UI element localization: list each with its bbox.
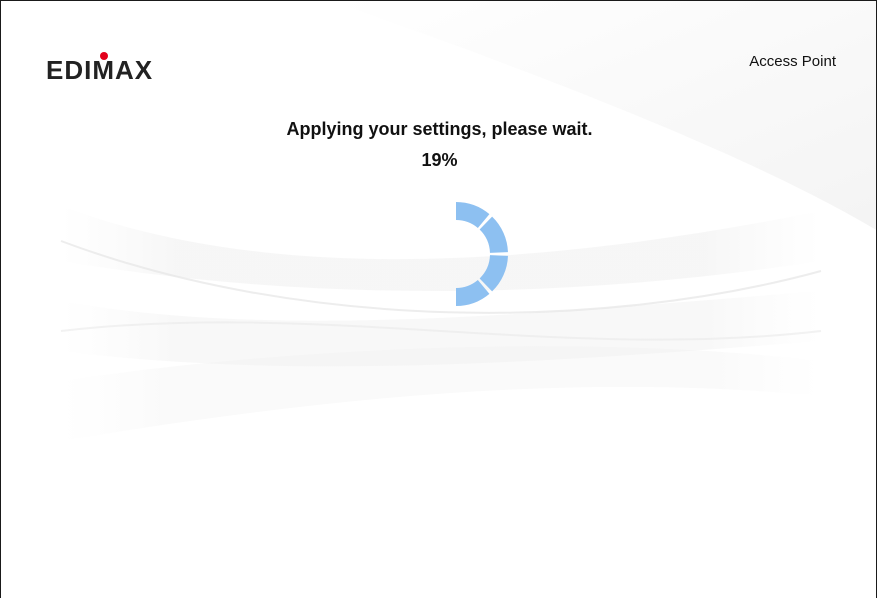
spinner-segment	[479, 216, 508, 253]
edimax-logo: EDIMAX	[46, 52, 153, 83]
spinner-segment	[456, 202, 490, 228]
spinner-segment	[456, 280, 490, 306]
status-message: Applying your settings, please wait.	[286, 119, 593, 139]
progress-percentage: 19%	[421, 150, 458, 170]
svg-text:EDIMAX: EDIMAX	[46, 55, 153, 83]
mode-label: Access Point	[749, 53, 836, 70]
logo-dot	[100, 52, 108, 60]
spinner-segment	[479, 255, 508, 292]
spinner-icon	[456, 202, 508, 306]
spinner-segments	[456, 202, 508, 306]
app-window: EDIMAX Access Point Applying your settin…	[0, 0, 877, 598]
